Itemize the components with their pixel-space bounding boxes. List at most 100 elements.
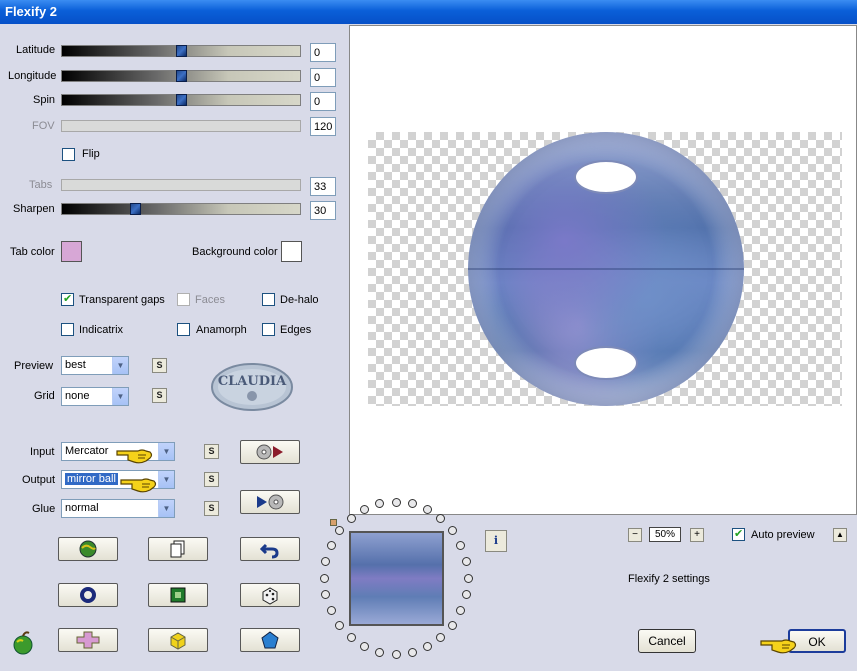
mirror-ball-preview-image [468,132,744,406]
orb-seam [468,268,744,270]
edges-checkbox[interactable] [262,323,275,336]
transparency-checkerboard [368,132,842,406]
anamorph-checkbox[interactable] [177,323,190,336]
preset-dot[interactable] [463,573,473,583]
longitude-slider-thumb[interactable] [176,70,187,82]
cancel-button[interactable]: Cancel [638,629,696,653]
longitude-slider[interactable] [61,70,301,82]
tab-color-label: Tab color [10,246,55,258]
preset-dot[interactable] [360,641,370,651]
preset-dot[interactable] [456,606,466,616]
preset-dot[interactable] [407,499,417,509]
preset-dot[interactable] [391,497,401,507]
preview-select[interactable]: best ▼ [61,356,129,375]
settings-label: Flexify 2 settings [628,573,710,585]
transparent-gaps-label: Transparent gaps [79,294,165,306]
ring-handle[interactable] [330,519,337,526]
tabs-slider [61,179,301,191]
flip-checkbox[interactable] [62,148,75,161]
tab-color-swatch[interactable] [61,241,82,262]
preset-dot[interactable] [321,556,331,566]
chevron-down-icon: ▼ [158,500,174,517]
preset-dot[interactable] [436,632,446,642]
preset-dot[interactable] [326,540,336,550]
info-button[interactable]: i [485,530,507,552]
auto-preview-checkbox[interactable] [732,527,745,541]
grid-s-button[interactable]: S [152,388,167,403]
copy-button[interactable] [148,537,208,561]
zoom-in-button[interactable]: + [690,528,704,542]
preset-dot[interactable] [422,641,432,651]
pointing-hand-icon [760,633,798,658]
background-color-swatch[interactable] [281,241,302,262]
preview-select-value: best [65,359,86,371]
preset-dot[interactable] [436,514,446,524]
latitude-value[interactable]: 0 [310,43,336,62]
input-file-play-button[interactable] [240,440,300,464]
fov-label: FOV [32,120,55,132]
latitude-slider[interactable] [61,45,301,57]
random-dice-button[interactable] [240,583,300,607]
longitude-label: Longitude [8,70,57,82]
preset-dot[interactable] [391,649,401,659]
output-file-play-button[interactable] [240,490,300,514]
preset-dot[interactable] [319,573,329,583]
undo-button[interactable] [240,537,300,561]
transparent-gaps-checkbox[interactable] [61,292,74,306]
chevron-down-icon: ▼ [158,443,174,460]
thumbnail-preview[interactable] [349,531,444,626]
glue-select[interactable]: normal ▼ [61,499,175,518]
spin-value[interactable]: 0 [310,92,336,111]
preset-dot[interactable] [422,505,432,515]
preset-dot[interactable] [461,556,471,566]
preset-dot[interactable] [346,514,356,524]
auto-preview-label: Auto preview [751,529,815,541]
spin-slider-thumb[interactable] [176,94,187,106]
preview-label: Preview [14,360,54,372]
spin-slider[interactable] [61,94,301,106]
preview-canvas[interactable] [349,25,857,515]
latitude-label: Latitude [16,44,56,56]
collapse-button[interactable]: ▲ [833,528,847,542]
globe-tool-button[interactable] [58,537,118,561]
ring-tool-button[interactable] [58,583,118,607]
sharpen-value[interactable]: 30 [310,201,336,220]
preset-dot[interactable] [447,620,457,630]
fov-value: 120 [310,117,336,136]
preset-dot[interactable] [407,647,417,657]
tabs-value: 33 [310,177,336,196]
zoom-out-button[interactable]: − [628,528,642,542]
preset-dot[interactable] [447,526,457,536]
flip-label: Flip [82,148,100,160]
output-select-value: mirror ball [65,473,118,485]
indicatrix-checkbox[interactable] [61,323,74,336]
glue-select-value: normal [65,502,99,514]
preset-dot[interactable] [456,540,466,550]
latitude-slider-thumb[interactable] [176,45,187,57]
glue-s-button[interactable]: S [204,501,219,516]
orb-top-gap [574,160,638,194]
pointing-hand-icon [120,472,158,497]
glue-label: Glue [32,503,56,515]
sharpen-slider-thumb[interactable] [130,203,141,215]
sharpen-label: Sharpen [13,203,55,215]
preset-dot[interactable] [346,632,356,642]
grid-select-value: none [65,390,90,402]
grid-select[interactable]: none ▼ [61,387,129,406]
chevron-down-icon: ▼ [158,471,174,488]
frame-tool-button[interactable] [148,583,208,607]
preview-s-button[interactable]: S [152,358,167,373]
faces-label: Faces [195,294,225,306]
cube-tool-button[interactable] [148,628,208,652]
preset-dot[interactable] [375,647,385,657]
preset-dot[interactable] [461,590,471,600]
input-s-button[interactable]: S [204,444,219,459]
pentagon-tool-button[interactable] [240,628,300,652]
chevron-down-icon: ▼ [112,388,128,405]
cross-tool-button[interactable] [58,628,118,652]
anamorph-label: Anamorph [196,324,247,336]
de-halo-checkbox[interactable] [262,293,275,306]
sharpen-slider[interactable] [61,203,301,215]
output-s-button[interactable]: S [204,472,219,487]
longitude-value[interactable]: 0 [310,68,336,87]
